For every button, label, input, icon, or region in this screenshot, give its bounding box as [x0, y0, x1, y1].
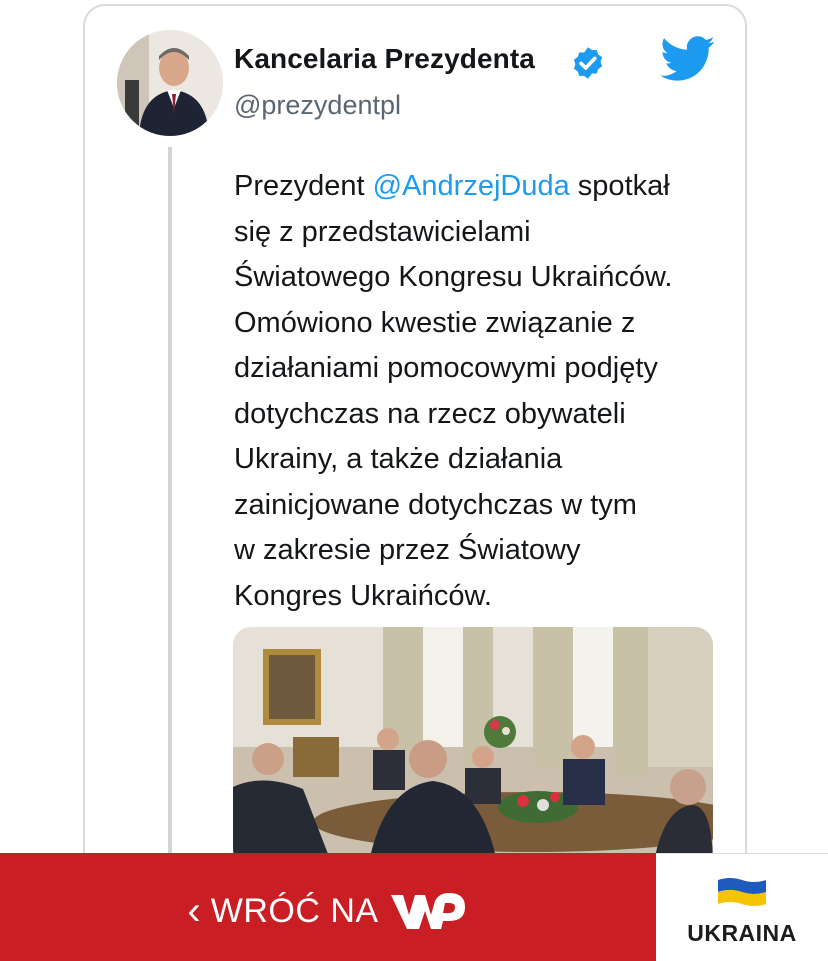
ukraine-label: UKRAINA: [687, 920, 797, 946]
back-to-wp-button[interactable]: ‹ WRÓĆ NA: [0, 853, 656, 961]
display-name[interactable]: Kancelaria Prezydenta: [234, 43, 535, 75]
back-button-content: ‹ WRÓĆ NA: [187, 889, 468, 933]
tweet-text-start: Prezydent: [234, 170, 373, 202]
ukraine-section-link[interactable]: UKRAINA: [656, 853, 828, 961]
tweet-text: Prezydent @AndrzejDuda spotkał się z prz…: [234, 164, 734, 619]
avatar-photo: [117, 30, 223, 136]
chevron-left-icon: ‹: [187, 889, 201, 933]
twitter-bird-icon[interactable]: [660, 36, 716, 82]
avatar[interactable]: [117, 30, 223, 136]
tweet-photo[interactable]: [233, 627, 713, 867]
meeting-photo: [233, 627, 713, 867]
back-label: WRÓĆ NA: [210, 891, 379, 930]
tweet-text-rest: spotkał się z przedstawicielami Światowe…: [234, 170, 673, 612]
wp-logo: [390, 893, 465, 929]
page: Kancelaria Prezydenta @prezydentpl Prezy…: [0, 0, 828, 961]
thread-line: [168, 147, 172, 855]
mention-link[interactable]: @AndrzejDuda: [373, 170, 570, 202]
handle[interactable]: @prezydentpl: [234, 90, 401, 121]
verified-badge-icon: [573, 47, 603, 79]
ukraine-flag-icon: [718, 878, 766, 906]
